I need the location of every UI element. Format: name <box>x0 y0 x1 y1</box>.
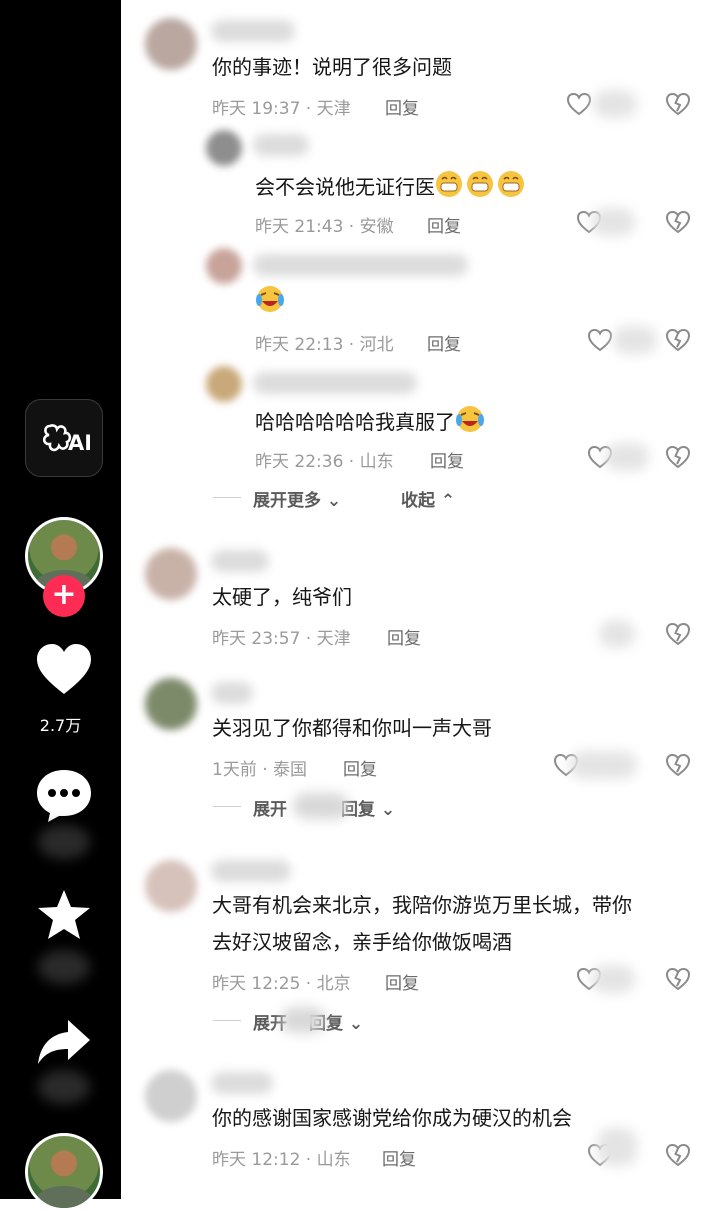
ai-button[interactable]: AI <box>25 399 103 477</box>
chevron-down-icon: ⌄ <box>380 800 396 820</box>
reply-meta: 昨天 22:36 · 山东 <box>255 452 394 472</box>
comment-text: 你的感谢国家感谢党给你成为硬汉的机会 <box>212 1106 572 1130</box>
reply-name-blurred[interactable] <box>253 254 468 276</box>
reply-meta: 昨天 21:43 · 安徽 <box>255 217 394 237</box>
commenter-avatar[interactable] <box>145 548 197 600</box>
comment-meta: 昨天 23:57 · 天津 <box>212 629 351 649</box>
commenter-avatar[interactable] <box>145 1070 197 1122</box>
reply-button[interactable]: 回复 <box>387 624 421 649</box>
dislike-broken-heart-icon[interactable] <box>665 622 691 646</box>
laugh-cry-emoji <box>256 286 284 312</box>
comment-meta: 昨天 12:25 · 北京 <box>212 974 351 994</box>
star-icon[interactable] <box>34 886 94 946</box>
reply-button[interactable]: 回复 <box>382 1145 416 1170</box>
reply-name-blurred[interactable] <box>253 372 417 394</box>
reply-text: 哈哈哈哈哈哈我真服了 <box>255 405 485 437</box>
ai-label: AI <box>68 431 90 455</box>
reply-count-blurred <box>281 1007 325 1033</box>
comment-count-blurred <box>38 825 90 859</box>
laugh-cry-emoji <box>456 406 484 432</box>
action-rail: AI + 2.7万 <box>0 0 121 1211</box>
like-count-blurred <box>569 751 637 779</box>
expander-line <box>213 806 241 807</box>
share-count-blurred <box>38 1070 90 1104</box>
dislike-broken-heart-icon[interactable] <box>665 445 691 469</box>
commenter-avatar[interactable] <box>145 860 197 912</box>
grin-emoji <box>436 171 524 197</box>
expander-line <box>213 1020 241 1021</box>
comment-text: 太硬了，纯爷们 <box>212 585 352 609</box>
dislike-broken-heart-icon[interactable] <box>665 92 691 116</box>
dislike-broken-heart-icon[interactable] <box>665 328 691 352</box>
reply-button[interactable]: 回复 <box>427 330 461 355</box>
like-count-blurred <box>593 90 637 118</box>
comment-meta: 1天前 · 泰国 <box>212 760 308 780</box>
music-disc-avatar[interactable] <box>25 1133 103 1211</box>
reply-avatar[interactable] <box>206 130 242 166</box>
like-count-blurred <box>613 326 657 354</box>
follow-plus-button[interactable]: + <box>43 575 85 617</box>
like-count-blurred <box>605 443 649 471</box>
reply-text: 会不会说他无证行医 <box>255 170 525 202</box>
comment-icon[interactable] <box>34 766 94 826</box>
dislike-broken-heart-icon[interactable] <box>665 753 691 777</box>
reply-button[interactable]: 回复 <box>427 212 461 237</box>
reply-button[interactable]: 回复 <box>430 447 464 472</box>
share-icon[interactable] <box>34 1012 94 1072</box>
favorite-count-blurred <box>38 950 90 984</box>
like-count-blurred <box>597 1128 637 1166</box>
reply-avatar[interactable] <box>206 248 242 284</box>
comment-meta: 昨天 19:37 · 天津 <box>212 99 351 119</box>
reply-count-blurred <box>293 793 349 819</box>
commenter-name-blurred[interactable] <box>211 20 295 42</box>
reply-button[interactable]: 回复 <box>385 969 419 994</box>
collapse-replies-button[interactable]: 收起 ⌃ <box>401 486 455 511</box>
like-count-blurred <box>599 620 635 648</box>
expander-line <box>213 497 241 498</box>
commenter-name-blurred[interactable] <box>211 1072 273 1094</box>
heart-icon[interactable] <box>34 640 94 700</box>
like-count: 2.7万 <box>39 716 82 735</box>
like-heart-icon[interactable] <box>587 328 613 352</box>
comment-text: 你的事迹！说明了很多问题 <box>212 55 452 79</box>
dislike-broken-heart-icon[interactable] <box>665 210 691 234</box>
like-heart-icon[interactable] <box>566 92 592 116</box>
like-count-blurred <box>591 208 635 236</box>
reply-meta: 昨天 22:13 · 河北 <box>255 335 394 355</box>
reply-button[interactable]: 回复 <box>385 94 419 119</box>
chevron-down-icon: ⌄ <box>348 1014 364 1034</box>
comment-text: 大哥有机会来北京，我陪你游览万里长城，带你 <box>212 893 632 917</box>
show-more-replies-button[interactable]: 展开更多 ⌄ <box>253 486 341 511</box>
chevron-down-icon: ⌄ <box>326 491 342 511</box>
reply-button[interactable]: 回复 <box>343 755 377 780</box>
comment-meta: 昨天 12:12 · 山东 <box>212 1150 351 1170</box>
reply-text <box>255 285 285 317</box>
commenter-name-blurred[interactable] <box>211 550 269 572</box>
reply-avatar[interactable] <box>206 366 242 402</box>
commenter-name-blurred[interactable] <box>211 860 291 882</box>
commenter-avatar[interactable] <box>145 678 197 730</box>
chevron-up-icon: ⌃ <box>440 491 456 511</box>
commenter-name-blurred[interactable] <box>211 682 253 704</box>
comment-list: 你的事迹！说明了很多问题 昨天 19:37 · 天津 回复 会不会说他无证行医 … <box>121 0 715 1199</box>
commenter-avatar[interactable] <box>145 18 197 70</box>
ai-flower-icon: AI <box>42 424 90 455</box>
reply-name-blurred[interactable] <box>253 134 309 156</box>
dislike-broken-heart-icon[interactable] <box>665 1143 691 1167</box>
like-count-blurred <box>591 965 635 993</box>
comment-text: 关羽见了你都得和你叫一声大哥 <box>212 716 492 740</box>
dislike-broken-heart-icon[interactable] <box>665 967 691 991</box>
comment-text-line-2: 去好汉坡留念，亲手给你做饭喝酒 <box>212 930 512 954</box>
